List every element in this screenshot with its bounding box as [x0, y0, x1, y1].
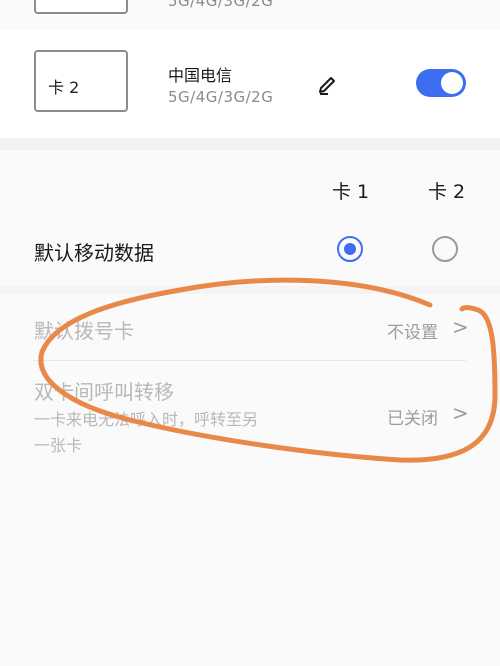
- default-call-row[interactable]: 默认拨号卡 不设置 >: [0, 294, 500, 360]
- default-data-title: 默认移动数据: [34, 241, 154, 265]
- call-forwarding-subtitle-line1: 一卡来电无法呼入时，呼转至另: [34, 410, 259, 429]
- call-forwarding-title: 双卡间呼叫转移: [34, 380, 174, 404]
- column-header-card2: 卡 2: [428, 181, 466, 203]
- sim2-enable-toggle[interactable]: [416, 69, 466, 97]
- sim2-card-label: 卡 2: [48, 78, 80, 97]
- default-data-radio-card1[interactable]: [337, 236, 363, 262]
- call-forwarding-value: 已关闭: [387, 409, 438, 429]
- column-header-card1: 卡 1: [332, 181, 370, 203]
- sim2-network-modes: 5G/4G/3G/2G: [168, 88, 274, 106]
- call-forwarding-row[interactable]: 双卡间呼叫转移 一卡来电无法呼入时，呼转至另 一张卡 已关闭 >: [0, 361, 500, 471]
- default-call-value: 不设置: [387, 323, 438, 343]
- section-gap: [0, 138, 500, 150]
- sim1-network-modes: 5G/4G/3G/2G: [168, 0, 274, 10]
- default-data-radio-card2[interactable]: [432, 236, 458, 262]
- sim2-card-icon: 卡 2: [34, 50, 128, 112]
- chevron-right-icon: >: [452, 401, 469, 425]
- default-call-title: 默认拨号卡: [34, 319, 134, 343]
- toggle-knob: [441, 72, 463, 94]
- dual-sim-settings-page: 5G/4G/3G/2G 卡 2 中国电信 5G/4G/3G/2G 卡 1 卡 2…: [0, 0, 500, 666]
- sim1-card-icon: [34, 0, 128, 14]
- sim2-carrier: 中国电信: [168, 66, 233, 85]
- section-gap-2: [0, 286, 500, 294]
- sim2-row[interactable]: 卡 2 中国电信 5G/4G/3G/2G: [0, 30, 500, 138]
- edit-icon[interactable]: [316, 74, 338, 96]
- default-data-section: 卡 1 卡 2 默认移动数据: [0, 150, 500, 286]
- call-forwarding-subtitle-line2: 一张卡: [34, 436, 83, 455]
- chevron-right-icon: >: [452, 315, 469, 339]
